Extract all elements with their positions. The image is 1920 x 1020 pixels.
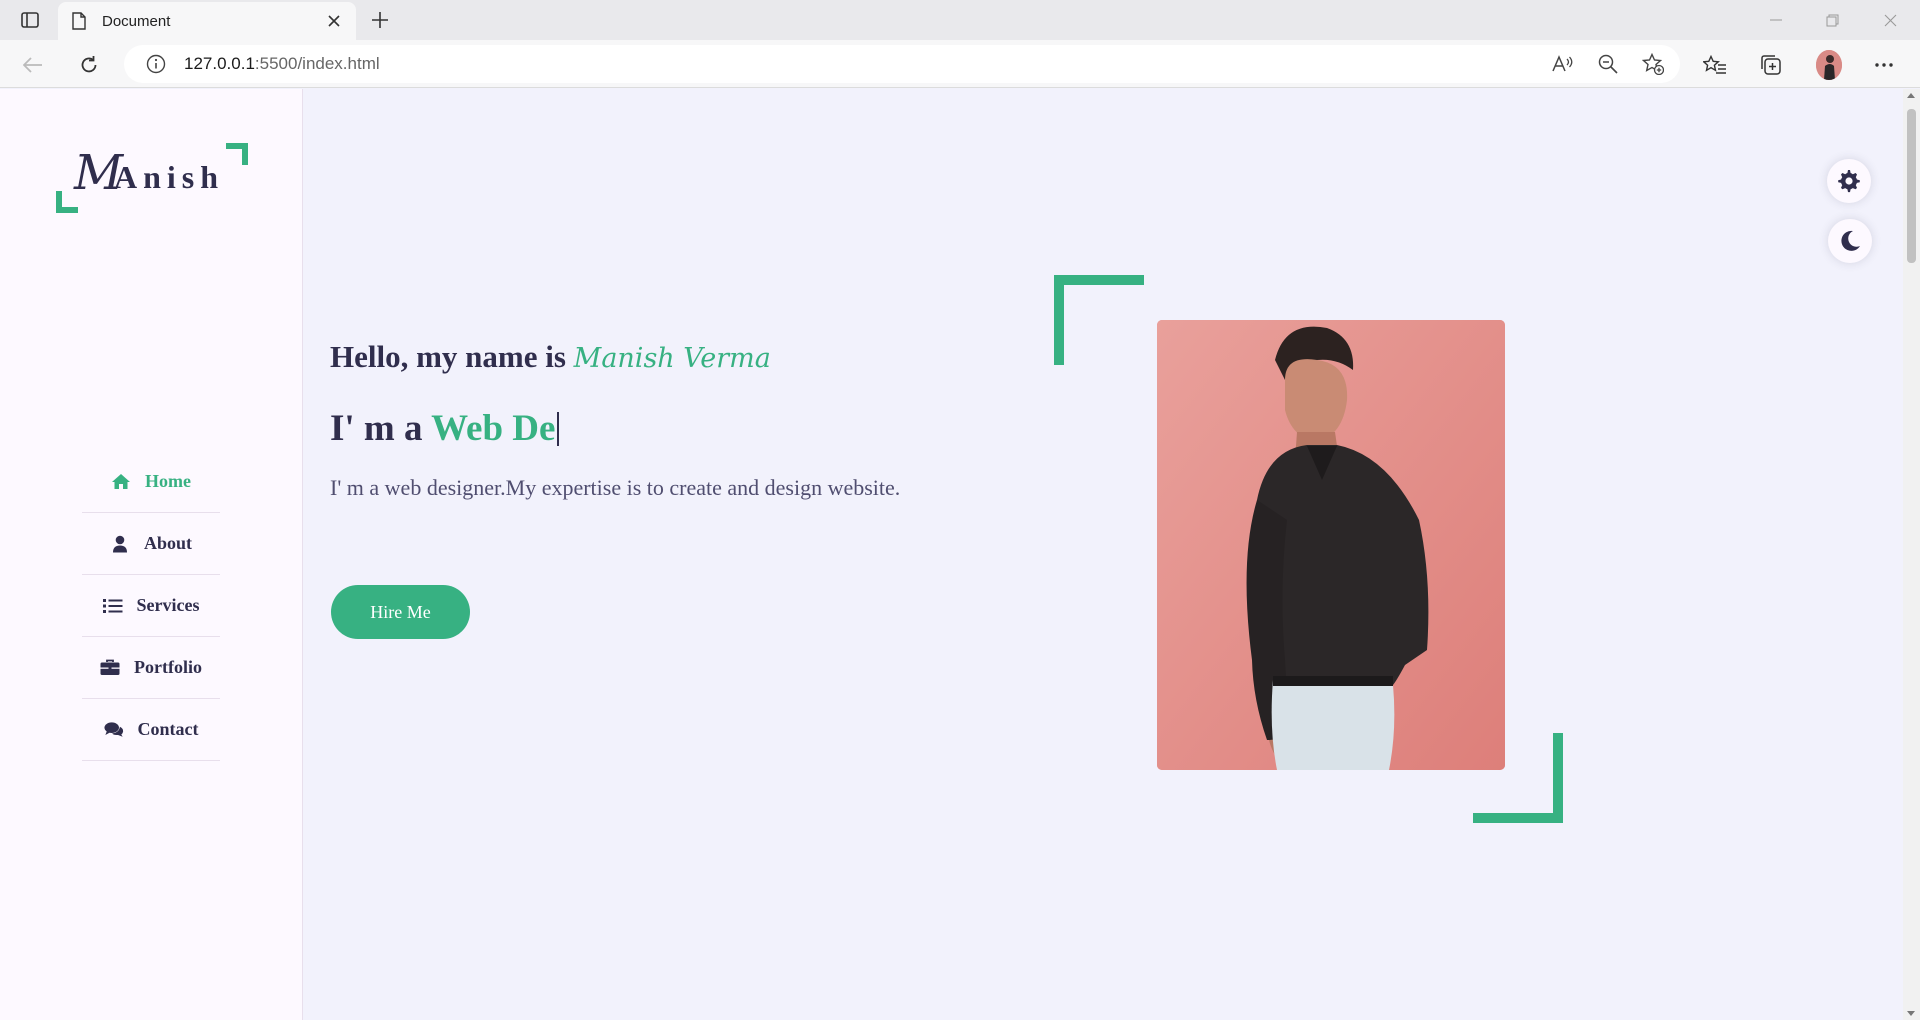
main-nav: Home About Services Portfolio Contact [82,451,220,761]
photo-frame-top-left [1054,275,1144,365]
address-bar[interactable]: 127.0.0.1:5500/index.html [124,45,1680,83]
page-viewport: M Anish Home About Services Portfolio Co… [0,89,1920,1020]
nav-item-about[interactable]: About [82,513,220,575]
hero-role: I' m a Web De [330,407,560,450]
browser-toolbar: 127.0.0.1:5500/index.html [0,40,1920,88]
typing-cursor [557,412,560,446]
hero-description: I' m a web designer.My expertise is to c… [330,475,901,500]
sidebar: M Anish Home About Services Portfolio Co… [0,89,303,1020]
nav-item-services[interactable]: Services [82,575,220,637]
scrollbar-thumb[interactable] [1907,109,1916,263]
typed-role: Web De [431,408,556,449]
scroll-up-arrow-icon[interactable] [1907,93,1915,98]
home-icon [111,473,131,491]
minimize-icon[interactable] [1754,6,1798,34]
add-favorite-icon[interactable] [1638,45,1668,83]
gear-icon [1837,169,1861,193]
close-icon[interactable] [324,11,344,31]
url-path: :5500/index.html [254,54,380,73]
collections-icon[interactable] [1756,50,1786,80]
page-scrollbar[interactable] [1903,89,1920,1020]
nav-label-about: About [143,533,192,553]
scroll-down-arrow-icon[interactable] [1907,1011,1915,1016]
zoom-out-icon[interactable] [1593,45,1623,83]
theme-toggle-button[interactable] [1828,219,1872,263]
logo-text: Anish [114,159,225,195]
photo-frame-bottom-right [1473,733,1563,823]
profile-avatar[interactable] [1816,50,1842,80]
list-icon [102,597,123,615]
hire-me-button[interactable]: Hire Me [331,585,470,639]
more-icon[interactable] [1869,50,1899,80]
nav-item-portfolio[interactable]: Portfolio [82,637,220,699]
settings-button[interactable] [1827,159,1871,203]
document-icon [72,12,88,30]
back-icon[interactable] [18,50,48,80]
nav-label-portfolio: Portfolio [134,657,202,677]
read-aloud-icon[interactable] [1548,45,1578,83]
hero-greeting: Hello, my name is Manish Verma [330,339,771,375]
user-icon [110,535,130,553]
role-prefix: I' m a [330,408,432,449]
logo[interactable]: M Anish [56,143,248,213]
plus-icon[interactable] [368,8,392,32]
tab-title: Document [102,12,171,30]
nav-label-contact: Contact [137,719,199,739]
logo-corner-top-right [226,143,248,165]
refresh-icon[interactable] [74,50,104,80]
comments-icon [103,721,124,739]
close-window-icon[interactable] [1868,6,1912,34]
restore-icon[interactable] [1810,6,1854,34]
nav-item-contact[interactable]: Contact [82,699,220,761]
hero-name: Manish Verma [573,343,771,374]
browser-tab[interactable]: Document [58,2,356,40]
info-icon[interactable] [146,54,166,74]
url-host: 127.0.0.1 [184,54,255,73]
sidebar-toggle-icon[interactable] [16,8,44,32]
nav-item-home[interactable]: Home [82,451,220,513]
nav-label-home: Home [145,471,191,491]
favorites-icon[interactable] [1700,50,1730,80]
briefcase-icon [100,659,120,677]
greeting-text: Hello, my name is [330,339,574,374]
nav-label-services: Services [136,595,200,615]
profile-photo [1157,320,1505,770]
browser-tabbar: Document [0,0,1920,40]
moon-icon [1838,229,1862,253]
